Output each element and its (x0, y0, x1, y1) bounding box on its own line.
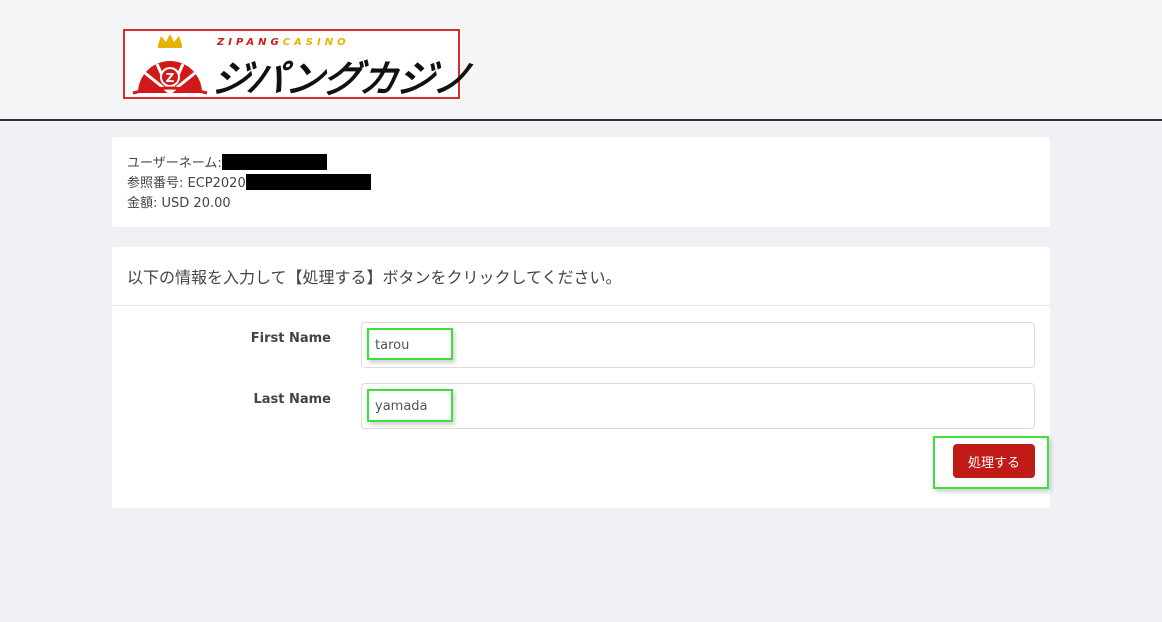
amount-line: 金額: USD 20.00 (127, 196, 231, 211)
reference-label: 参照番号: ECP2020 (127, 176, 246, 191)
payment-info-panel: ユーザーネーム: 参照番号: ECP2020 金額: USD 20.00 (112, 137, 1050, 227)
name-form-panel: 以下の情報を入力して【処理する】ボタンをクリックしてください。 First Na… (112, 247, 1050, 508)
svg-text:Z: Z (166, 71, 175, 85)
site-logo[interactable]: Z ZIPANGCASINO ジパングカジノ (123, 29, 473, 101)
logo-wordmark: ジパングカジノ (209, 57, 474, 101)
site-header: Z ZIPANGCASINO ジパングカジノ (0, 0, 1162, 121)
form-instruction: 以下の情報を入力して【処理する】ボタンをクリックしてください。 (112, 247, 1050, 306)
last-name-input[interactable] (361, 383, 1035, 429)
process-button[interactable]: 処理する (953, 444, 1035, 478)
redacted-username (221, 154, 327, 170)
username-line: ユーザーネーム: (127, 154, 1035, 174)
last-name-label: Last Name (253, 392, 331, 407)
redacted-reference (245, 174, 371, 190)
logo-subtitle: ZIPANGCASINO (217, 37, 350, 48)
reference-line: 参照番号: ECP2020 (127, 174, 1035, 194)
username-label: ユーザーネーム: (127, 156, 222, 171)
first-name-input[interactable] (361, 322, 1035, 368)
first-name-label: First Name (250, 331, 331, 346)
